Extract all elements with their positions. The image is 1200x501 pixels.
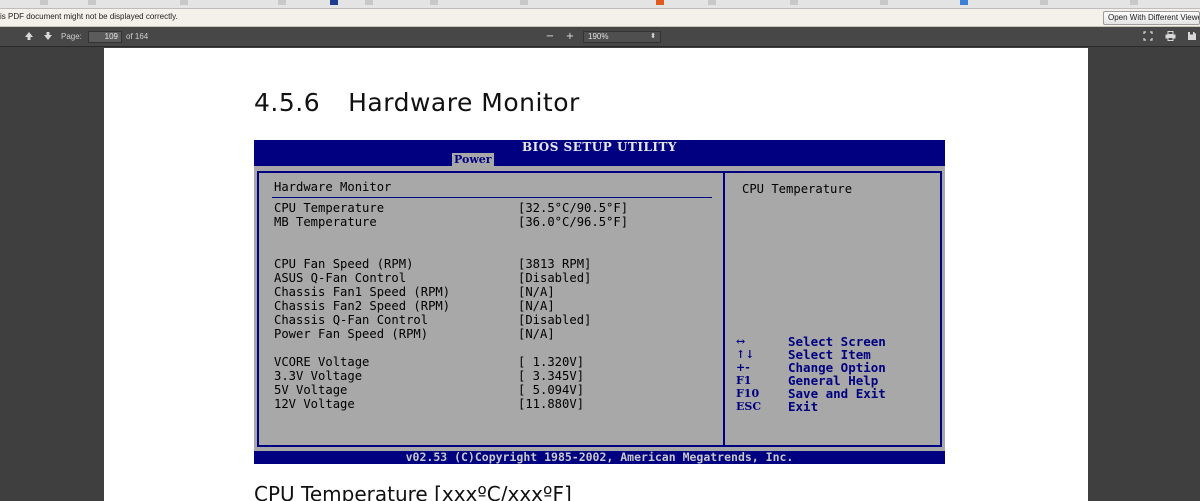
bios-item-label: 5V Voltage [274, 383, 348, 397]
section-heading: 4.5.6 Hardware Monitor [254, 88, 580, 117]
bios-item-value: [Disabled] [518, 313, 592, 327]
tab-icon[interactable] [1040, 0, 1048, 5]
bios-item-value: [11.880V] [518, 397, 585, 411]
section-title: Hardware Monitor [348, 88, 580, 117]
bios-item-label: CPU Fan Speed (RPM) [274, 257, 414, 271]
bios-item-label: VCORE Voltage [274, 355, 370, 369]
bios-tab-power: Power [452, 153, 494, 166]
tab-icon[interactable] [330, 0, 338, 5]
tab-icon[interactable] [430, 0, 438, 5]
next-section-heading: CPU Temperature [xxxºC/xxxºF] [254, 482, 572, 501]
tab-icon[interactable] [1130, 0, 1138, 5]
tab-icon[interactable] [790, 0, 798, 5]
fullscreen-icon[interactable] [1143, 31, 1153, 45]
bios-title-bar: BIOS SETUP UTILITY Power [254, 140, 945, 166]
pdf-toolbar: Page: 109 of 164 − + 190% ⬍ [0, 27, 1200, 47]
chevron-updown-icon: ⬍ [650, 33, 656, 40]
key-f10: F10 [736, 387, 760, 400]
bios-item-value: [ 3.345V] [518, 369, 585, 383]
bios-item-label: 12V Voltage [274, 397, 355, 411]
bios-item-value: [36.0°C/96.5°F] [518, 215, 629, 229]
tab-icon[interactable] [40, 0, 48, 5]
page-total: of 164 [126, 32, 149, 41]
print-icon[interactable] [1165, 31, 1176, 45]
up-arrow-icon[interactable] [24, 31, 34, 45]
section-number: 4.5.6 [254, 88, 321, 117]
bios-item-value: [3813 RPM] [518, 257, 592, 271]
open-different-viewer-button[interactable]: Open With Different Viewer [1103, 11, 1200, 25]
bios-item-value: [N/A] [518, 327, 555, 341]
tab-icon[interactable] [180, 0, 188, 5]
page-number-input[interactable]: 109 [88, 31, 122, 43]
bios-item-value: [32.5°C/90.5°F] [518, 201, 629, 215]
section-underline [272, 197, 712, 198]
bios-item-label: 3.3V Voltage [274, 369, 363, 383]
bios-item-label: Power Fan Speed (RPM) [274, 327, 429, 341]
key-esc: ESC [736, 400, 762, 413]
bios-item-value: [N/A] [518, 285, 555, 299]
tab-icon[interactable] [365, 0, 373, 5]
tab-icon[interactable] [960, 0, 968, 5]
tab-icon[interactable] [278, 0, 286, 5]
key-plus-minus: +- [736, 361, 750, 374]
pdf-warning-bar: is PDF document might not be displayed c… [0, 9, 1200, 27]
key-arrows-ud: ↑↓ [736, 348, 755, 361]
zoom-value: 190% [588, 32, 609, 41]
bios-help-text: CPU Temperature [742, 182, 853, 196]
bios-item-label: ASUS Q-Fan Control [274, 271, 407, 285]
bios-item-value: [N/A] [518, 299, 555, 313]
tab-icon[interactable] [520, 0, 528, 5]
bios-item-label: Chassis Fan1 Speed (RPM) [274, 285, 451, 299]
bios-divider [723, 171, 725, 447]
bios-item-value: [ 5.094V] [518, 383, 585, 397]
bios-copyright: v02.53 (C)Copyright 1985-2002, American … [405, 450, 794, 464]
bios-screenshot: BIOS SETUP UTILITY Power Hardware Monito… [254, 140, 945, 464]
pdf-page: 4.5.6 Hardware Monitor BIOS SETUP UTILITY… [104, 48, 1088, 501]
bios-item-label: Chassis Fan2 Speed (RPM) [274, 299, 451, 313]
tab-icon[interactable] [88, 0, 96, 5]
key-arrows-lr: ↔ [736, 335, 746, 348]
zoom-in-button[interactable]: + [562, 30, 578, 44]
key-f1: F1 [736, 374, 752, 387]
bios-title: BIOS SETUP UTILITY [521, 140, 677, 154]
zoom-out-button[interactable]: − [542, 30, 558, 44]
zoom-select[interactable]: 190% ⬍ [583, 31, 661, 43]
page-label: Page: [61, 32, 82, 41]
bios-item-value: [ 1.320V] [518, 355, 585, 369]
tab-icon[interactable] [880, 0, 888, 5]
warning-message: is PDF document might not be displayed c… [0, 12, 178, 21]
bios-item-label: CPU Temperature [274, 201, 385, 215]
bios-item-value: [Disabled] [518, 271, 592, 285]
save-icon[interactable] [1187, 31, 1197, 45]
bios-item-label: Chassis Q-Fan Control [274, 313, 429, 327]
key-desc: Exit [788, 399, 819, 414]
bios-section-title: Hardware Monitor [274, 180, 392, 194]
bios-footer-bar: v02.53 (C)Copyright 1985-2002, American … [254, 451, 945, 464]
bios-item-label: MB Temperature [274, 215, 377, 229]
tab-icon[interactable] [656, 0, 664, 5]
down-arrow-icon[interactable] [43, 31, 53, 45]
browser-tab-strip [0, 0, 1200, 9]
tab-icon[interactable] [708, 0, 716, 5]
